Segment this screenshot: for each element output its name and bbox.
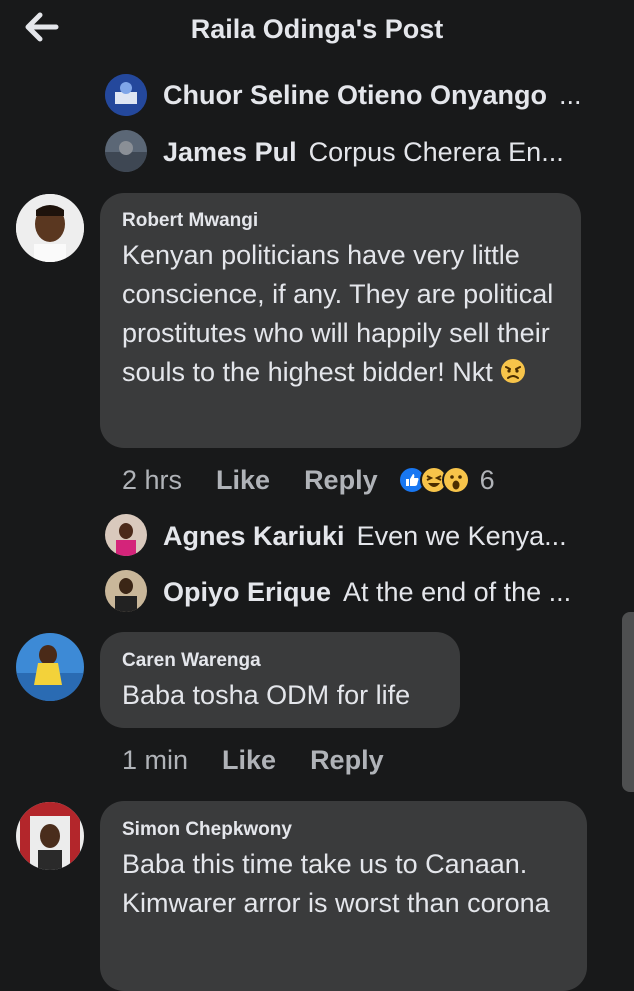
comment-text: Baba tosha ODM for life <box>122 680 411 710</box>
comment-bubble: Caren Warenga Baba tosha ODM for life <box>100 632 460 728</box>
reaction-count: 6 <box>479 464 495 495</box>
reply-button[interactable]: Reply <box>310 745 384 776</box>
page-title: Raila Odinga's Post <box>190 14 444 44</box>
avatar[interactable] <box>16 194 84 262</box>
reply-author[interactable]: Agnes Kariuki <box>163 521 345 552</box>
avatar[interactable] <box>16 633 84 701</box>
comment-author[interactable]: Caren Warenga <box>122 650 261 672</box>
reply-author[interactable]: James Pul <box>163 137 297 168</box>
comment-author[interactable]: Simon Chepkwony <box>122 819 292 841</box>
reply-snippet: Even we Kenya... <box>356 520 567 551</box>
comment-bubble: Robert Mwangi Kenyan politicians have ve… <box>100 193 581 448</box>
avatar[interactable] <box>105 570 147 612</box>
comment-author[interactable]: Robert Mwangi <box>122 210 258 232</box>
angry-emoji-icon <box>501 359 526 383</box>
comment-actions: 2 hrs Like Reply 6 <box>122 460 495 500</box>
like-button[interactable]: Like <box>216 465 270 496</box>
reply-author[interactable]: Chuor Seline Otieno Onyango <box>163 80 547 111</box>
reply-snippet: At the end of the ... <box>343 576 572 607</box>
reply-snippet: Corpus Cherera En... <box>308 136 564 167</box>
reply-preview[interactable]: James Pul Corpus Cherera En... <box>163 132 603 172</box>
comment-time: 2 hrs <box>122 464 183 495</box>
avatar[interactable] <box>105 74 147 116</box>
comment-actions: 1 min Like Reply <box>122 740 384 780</box>
reply-preview[interactable]: Chuor Seline Otieno Onyango ... <box>163 75 603 115</box>
top-bar: Raila Odinga's Post <box>0 0 634 62</box>
reactions[interactable]: 6 <box>397 464 495 496</box>
reply-preview[interactable]: Agnes Kariuki Even we Kenya... <box>163 516 603 556</box>
reply-author[interactable]: Opiyo Erique <box>163 577 331 608</box>
comment-time: 1 min <box>122 744 189 775</box>
comment-text: Baba this time take us to Canaan. Kimwar… <box>122 849 550 918</box>
wow-reaction-icon <box>441 466 470 494</box>
comment-text: Kenyan politicians have very little cons… <box>122 240 554 387</box>
avatar[interactable] <box>16 802 84 870</box>
reply-button[interactable]: Reply <box>304 465 378 496</box>
reply-snippet: ... <box>559 79 582 110</box>
avatar[interactable] <box>105 514 147 556</box>
avatar[interactable] <box>105 130 147 172</box>
reply-preview[interactable]: Opiyo Erique At the end of the ... <box>163 572 603 612</box>
comment-bubble: Simon Chepkwony Baba this time take us t… <box>100 801 587 991</box>
like-button[interactable]: Like <box>222 745 276 776</box>
scrollbar[interactable] <box>622 612 634 792</box>
